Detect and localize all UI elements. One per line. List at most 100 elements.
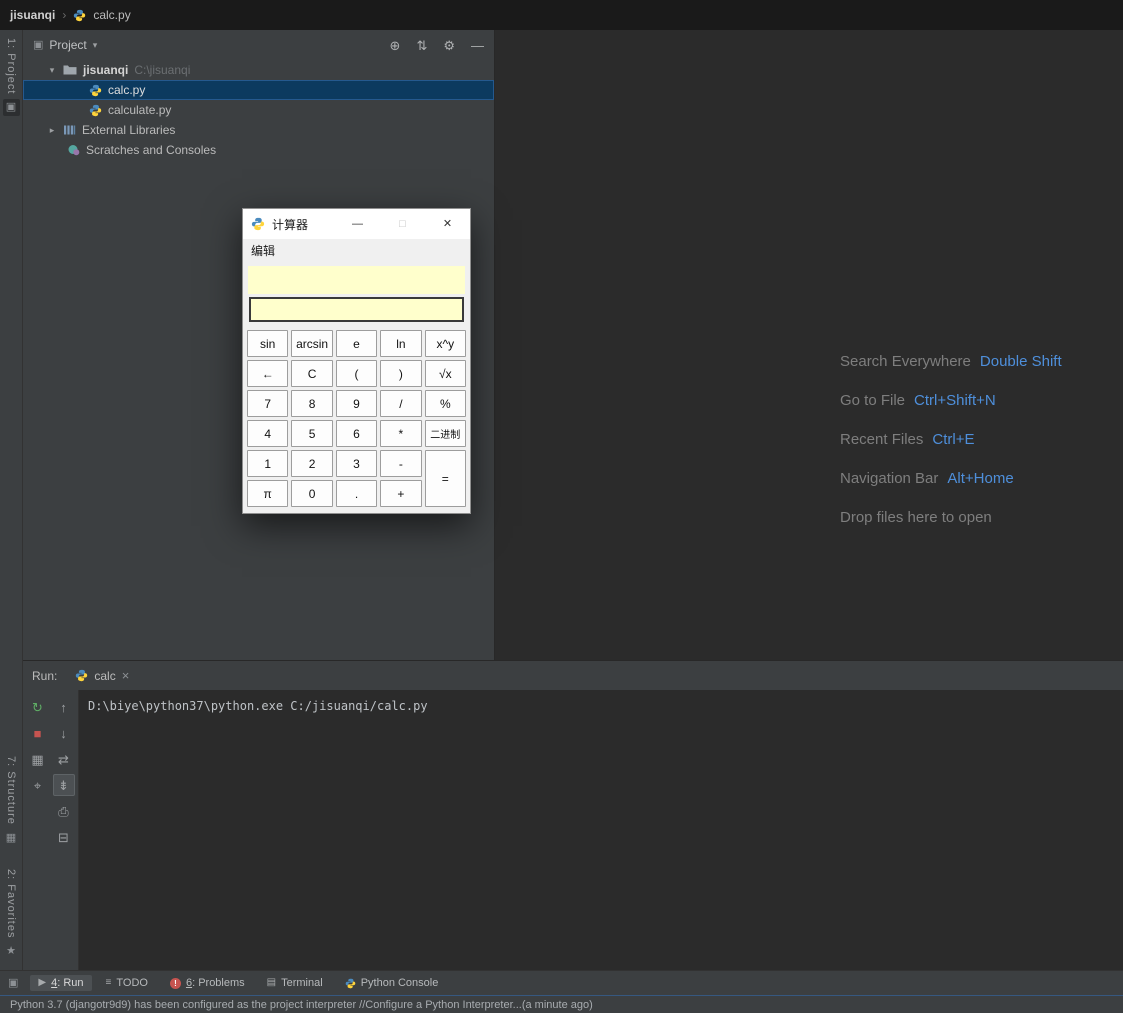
tree-item-calculate-py[interactable]: calculate.py [23, 100, 494, 120]
calc-button-8[interactable]: 8 [291, 390, 333, 417]
pin-tab-icon[interactable] [27, 774, 49, 796]
libraries-icon [63, 124, 76, 136]
stripe-button-favorites[interactable]: 2: Favorites [3, 869, 20, 960]
tree-item-calc-py[interactable]: calc.py [23, 80, 494, 100]
tree-item-scratches[interactable]: Scratches and Consoles [23, 140, 494, 160]
breadcrumb-project[interactable]: jisuanqi [10, 8, 55, 22]
stripe-button-structure[interactable]: 7: Structure [3, 756, 20, 847]
soft-wrap-icon[interactable] [53, 748, 75, 770]
calc-button-e[interactable]: e [335, 330, 378, 357]
next-occurrence-icon[interactable] [53, 722, 75, 744]
run-panel-header: Run: calc [23, 660, 1123, 690]
shortcut-hint-row: Go to File Ctrl+Shift+N [840, 381, 1062, 420]
configure-interpreter-link[interactable]: Configure a Python Interpreter... [365, 999, 522, 1011]
status-timestamp: (a minute ago) [521, 998, 593, 1011]
status-bar: Python 3.7 (djangotr9d9) has been config… [0, 995, 1123, 1013]
calc-button-9[interactable]: 9 [335, 390, 378, 417]
chevron-down-icon[interactable] [47, 66, 57, 75]
toolbar-item-run[interactable]: 4: Run [30, 975, 92, 991]
status-message: Python 3.7 (djangotr9d9) has been config… [10, 998, 366, 1011]
prev-occurrence-icon[interactable] [53, 696, 75, 718]
calc-button-7[interactable]: 7 [247, 390, 289, 417]
shortcut-action: Drop files here to open [840, 509, 992, 526]
calc-button-6[interactable]: 6 [335, 420, 378, 447]
calc-button-5[interactable]: 5 [291, 420, 333, 447]
shortcut-keys: Ctrl+Shift+N [914, 392, 996, 409]
python-console-icon [345, 978, 356, 989]
calculator-history-display [248, 266, 465, 294]
calc-button-divide[interactable]: / [380, 390, 422, 417]
run-toolbar [23, 690, 79, 970]
calc-button-pi[interactable]: π [247, 480, 289, 507]
calc-button-1[interactable]: 1 [247, 450, 289, 477]
locate-file-icon[interactable] [390, 39, 401, 52]
toolbar-item-problems[interactable]: ! 6: Problems [162, 975, 253, 991]
project-tool-icon [2, 99, 20, 117]
editor-shortcut-hints: Search Everywhere Double Shift Go to Fil… [840, 342, 1062, 537]
python-file-icon [89, 84, 102, 97]
calc-button-2[interactable]: 2 [291, 450, 333, 477]
tool-window-switcher-icon[interactable] [8, 978, 18, 989]
minimize-button[interactable] [335, 209, 380, 239]
calc-button-3[interactable]: 3 [335, 450, 378, 477]
hide-panel-icon[interactable] [471, 39, 484, 52]
toolbar-item-terminal[interactable]: Terminal [259, 975, 331, 991]
rerun-icon[interactable] [27, 696, 49, 718]
python-file-icon [89, 104, 102, 117]
chevron-right-icon[interactable] [47, 126, 57, 135]
tree-item-label: calc.py [108, 83, 146, 97]
run-console-output[interactable]: D:\biye\python37\python.exe C:/jisuanqi/… [80, 690, 1123, 970]
calc-button-multiply[interactable]: * [380, 420, 422, 447]
tree-item-label: External Libraries [82, 123, 176, 137]
calc-button-open-paren[interactable]: ( [335, 360, 378, 387]
calc-button-percent[interactable]: % [424, 390, 466, 417]
toolbar-item-python-console[interactable]: Python Console [337, 975, 447, 991]
clear-all-icon[interactable] [53, 826, 75, 848]
calc-button-arcsin[interactable]: arcsin [291, 330, 333, 357]
close-tab-icon[interactable] [122, 669, 130, 682]
project-panel-header: Project [23, 30, 494, 60]
star-icon [3, 943, 20, 960]
calculator-title: 计算器 [272, 217, 309, 232]
toolbar-item-todo[interactable]: TODO [98, 975, 156, 991]
run-icon [38, 978, 46, 988]
print-icon[interactable] [53, 800, 75, 822]
calc-button-plus[interactable]: + [380, 480, 422, 507]
close-button[interactable] [425, 209, 470, 239]
calc-button-0[interactable]: 0 [291, 480, 333, 507]
breadcrumb-file[interactable]: calc.py [93, 8, 130, 22]
tree-item-external-libraries[interactable]: External Libraries [23, 120, 494, 140]
terminal-icon [267, 978, 276, 988]
restore-layout-icon[interactable] [27, 748, 49, 770]
calc-button-minus[interactable]: - [380, 450, 422, 477]
tree-item-project-root[interactable]: jisuanqi C:\jisuanqi [23, 60, 494, 80]
calc-button-binary[interactable]: 二进制 [424, 420, 466, 447]
shortcut-action: Recent Files [840, 431, 924, 448]
project-panel-title[interactable]: Project [49, 38, 86, 52]
calc-button-equals[interactable]: = [424, 450, 466, 507]
calc-button-sqrt[interactable]: √x [424, 360, 466, 387]
gear-icon[interactable] [443, 39, 455, 52]
breadcrumb-separator: › [62, 8, 67, 22]
folder-icon [63, 64, 77, 76]
calculator-titlebar[interactable]: 计算器 [243, 209, 470, 239]
chevron-down-icon[interactable] [93, 41, 98, 50]
calc-button-4[interactable]: 4 [247, 420, 289, 447]
calc-button-close-paren[interactable]: ) [380, 360, 422, 387]
calc-button-power[interactable]: x^y [424, 330, 466, 357]
expand-collapse-icon[interactable] [416, 39, 427, 52]
scroll-to-end-icon[interactable] [52, 774, 75, 796]
stripe-button-project[interactable]: 1: Project [2, 38, 20, 117]
maximize-button[interactable] [380, 209, 425, 239]
stop-icon[interactable] [27, 722, 49, 744]
run-tab-calc[interactable]: calc [67, 661, 137, 690]
calc-button-sin[interactable]: sin [247, 330, 289, 357]
calc-button-dot[interactable]: . [335, 480, 378, 507]
toolbar-item-label: Terminal [281, 977, 323, 989]
calc-button-backspace[interactable]: ← [247, 360, 289, 387]
editor-drop-area[interactable]: Search Everywhere Double Shift Go to Fil… [496, 30, 1123, 660]
calc-button-clear[interactable]: C [291, 360, 333, 387]
calc-button-ln[interactable]: ln [380, 330, 422, 357]
menu-edit[interactable]: 编辑 [251, 242, 275, 259]
calculator-input-field[interactable] [249, 297, 464, 322]
